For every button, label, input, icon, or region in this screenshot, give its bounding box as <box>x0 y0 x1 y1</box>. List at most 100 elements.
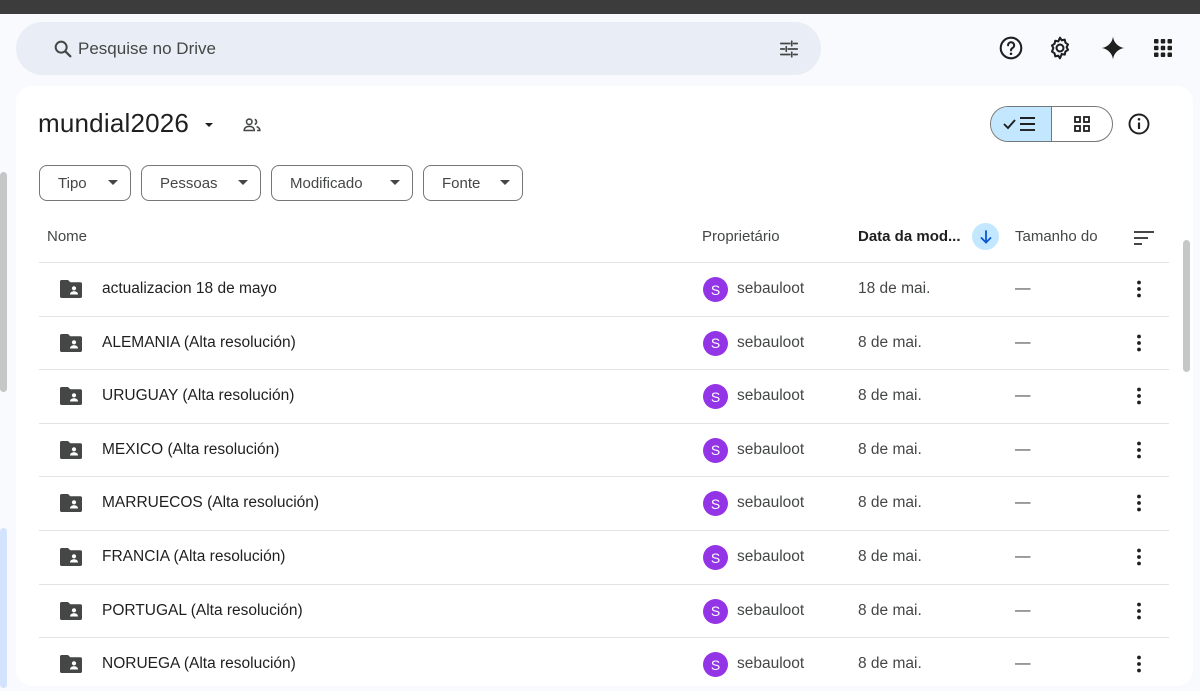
file-name: FRANCIA (Alta resolución) <box>102 548 286 565</box>
help-button[interactable] <box>997 34 1025 62</box>
search-input[interactable] <box>78 34 758 64</box>
owner-name: sebauloot <box>737 601 805 619</box>
gemini-icon <box>1101 36 1125 60</box>
owner-name: sebauloot <box>737 655 805 673</box>
owner-avatar: S <box>703 491 728 517</box>
file-row[interactable]: NORUEGA (Alta resolución) S sebauloot 8 … <box>39 637 1169 691</box>
file-row[interactable]: actualizacion 18 de mayo S sebauloot 18 … <box>39 262 1169 316</box>
apps-button[interactable] <box>1149 34 1177 62</box>
search-options-icon[interactable] <box>778 38 800 60</box>
grid-icon <box>1073 116 1090 132</box>
owner-avatar: S <box>703 598 728 624</box>
file-size: — <box>1015 494 1031 512</box>
chevron-down-icon[interactable] <box>202 118 216 132</box>
filter-chip-source[interactable]: Fonte <box>423 165 523 201</box>
owner-avatar: S <box>703 277 728 302</box>
owner-name: sebauloot <box>737 333 805 351</box>
help-icon <box>999 36 1023 60</box>
modified-date: 8 de mai. <box>858 440 922 458</box>
filter-chip-type[interactable]: Tipo <box>39 165 131 201</box>
chevron-down-icon <box>390 180 400 185</box>
modified-date: 8 de mai. <box>858 655 922 673</box>
filter-chip-people[interactable]: Pessoas <box>141 165 261 201</box>
filter-chip-modified[interactable]: Modificado <box>271 165 413 201</box>
arrow-down-icon <box>980 229 991 244</box>
left-scrollbar[interactable] <box>0 172 7 392</box>
file-name: PORTUGAL (Alta resolución) <box>102 601 303 619</box>
gemini-button[interactable] <box>1099 34 1127 62</box>
grid-view-button[interactable] <box>1052 107 1113 141</box>
owner-name: sebauloot <box>737 494 805 512</box>
settings-icon <box>1050 36 1070 60</box>
file-size: — <box>1015 333 1031 351</box>
file-list-scrollbar[interactable] <box>1183 240 1190 372</box>
file-size: — <box>1015 387 1031 405</box>
modified-date: 8 de mai. <box>858 333 922 351</box>
owner-name: sebauloot <box>737 548 805 565</box>
owner-avatar: S <box>703 437 728 463</box>
filter-chip-label: Modificado <box>290 174 363 192</box>
file-name: URUGUAY (Alta resolución) <box>102 387 295 405</box>
modified-date: 8 de mai. <box>858 494 922 512</box>
apps-icon <box>1154 39 1172 57</box>
file-name: actualizacion 18 de mayo <box>102 280 277 297</box>
check-list-icon <box>1003 117 1035 131</box>
file-row[interactable]: ALEMANIA (Alta resolución) S sebauloot 8… <box>39 315 1169 370</box>
info-icon[interactable] <box>1127 112 1151 136</box>
file-name: ALEMANIA (Alta resolución) <box>102 333 296 351</box>
owner-avatar: S <box>703 652 728 678</box>
filter-chip-label: Tipo <box>58 174 87 192</box>
file-row[interactable]: MARRUECOS (Alta resolución) S sebauloot … <box>39 476 1169 530</box>
more-vert-icon[interactable] <box>1129 439 1149 461</box>
file-row[interactable]: FRANCIA (Alta resolución) S sebauloot 8 … <box>39 530 1169 584</box>
file-size: — <box>1015 655 1031 673</box>
column-header-size[interactable]: Tamanho do <box>1015 228 1098 245</box>
filter-chip-label: Pessoas <box>160 174 218 192</box>
file-name: MEXICO (Alta resolución) <box>102 440 280 458</box>
owner-name: sebauloot <box>737 387 805 405</box>
shared-folder-icon <box>60 440 82 459</box>
more-vert-icon[interactable] <box>1129 332 1149 354</box>
chevron-down-icon <box>500 180 510 185</box>
owner-name: sebauloot <box>737 280 805 297</box>
search-icon[interactable] <box>52 38 74 60</box>
more-vert-icon[interactable] <box>1129 278 1149 300</box>
more-vert-icon[interactable] <box>1129 385 1149 407</box>
owner-name: sebauloot <box>737 440 805 458</box>
file-size: — <box>1015 440 1031 458</box>
settings-button[interactable] <box>1046 34 1074 62</box>
filter-chip-label: Fonte <box>442 174 481 192</box>
owner-avatar: S <box>703 384 728 410</box>
shared-people-icon[interactable] <box>241 114 263 136</box>
sort-options-icon[interactable] <box>1132 226 1156 250</box>
file-name: MARRUECOS (Alta resolución) <box>102 494 320 512</box>
more-vert-icon[interactable] <box>1129 492 1149 514</box>
more-vert-icon[interactable] <box>1129 546 1149 568</box>
shared-folder-icon <box>60 494 82 513</box>
more-vert-icon[interactable] <box>1129 653 1149 675</box>
column-header-name[interactable]: Nome <box>47 228 87 245</box>
modified-date: 8 de mai. <box>858 601 922 619</box>
owner-avatar: S <box>703 545 728 570</box>
sort-direction-button[interactable] <box>972 223 999 250</box>
view-toggle[interactable] <box>990 106 1113 142</box>
modified-date: 8 de mai. <box>858 387 922 405</box>
file-size: — <box>1015 601 1031 619</box>
file-row[interactable]: URUGUAY (Alta resolución) S sebauloot 8 … <box>39 369 1169 423</box>
more-vert-icon[interactable] <box>1129 600 1149 622</box>
shared-folder-icon <box>60 387 82 406</box>
folder-title[interactable]: mundial2026 <box>38 108 189 139</box>
file-name: NORUEGA (Alta resolución) <box>102 655 296 673</box>
file-row[interactable]: MEXICO (Alta resolución) S sebauloot 8 d… <box>39 422 1169 477</box>
shared-folder-icon <box>60 655 82 674</box>
list-view-button[interactable] <box>991 107 1052 141</box>
column-header-modified[interactable]: Data da mod... <box>858 228 961 245</box>
column-header-owner[interactable]: Proprietário <box>702 228 780 245</box>
owner-avatar: S <box>703 330 728 356</box>
shared-folder-icon <box>60 548 82 566</box>
file-size: — <box>1015 548 1031 565</box>
search-bar[interactable] <box>16 22 821 75</box>
window-top-bar <box>0 0 1200 14</box>
file-size: — <box>1015 280 1031 297</box>
file-row[interactable]: PORTUGAL (Alta resolución) S sebauloot 8… <box>39 583 1169 638</box>
